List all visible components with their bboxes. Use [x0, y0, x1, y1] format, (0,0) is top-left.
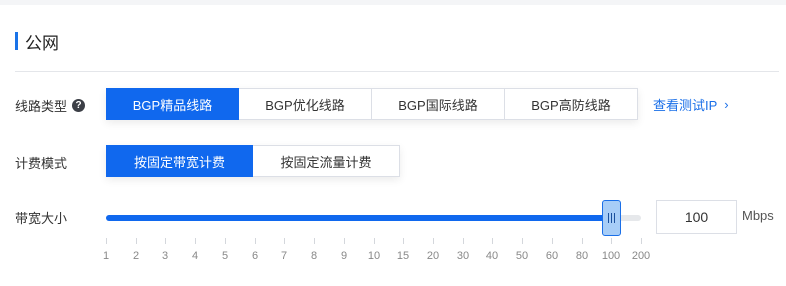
- title-accent-bar: [15, 32, 18, 50]
- scale-tick: [641, 238, 642, 244]
- scale-tick: [314, 238, 315, 244]
- scale-tick: [522, 238, 523, 244]
- scale-tick: [195, 238, 196, 244]
- scale-tick: [225, 238, 226, 244]
- scale-tick: [165, 238, 166, 244]
- top-band: [0, 0, 786, 5]
- view-test-ip-link[interactable]: 查看测试IP ›: [653, 95, 729, 114]
- line-type-label: 线路类型: [15, 99, 68, 114]
- scale-tick: [284, 238, 285, 244]
- scale-tick: [344, 238, 345, 244]
- bandwidth-input[interactable]: 100: [656, 200, 737, 234]
- scale-tick: [136, 238, 137, 244]
- scale-tick-label[interactable]: 10: [368, 250, 380, 262]
- view-test-ip-text: 查看测试IP: [653, 98, 718, 113]
- scale-tick-label[interactable]: 80: [576, 250, 588, 262]
- billing-label-group: 计费模式: [15, 153, 67, 172]
- billing-option-fixed-traffic[interactable]: 按固定流量计费: [252, 145, 400, 177]
- billing-selector: 按固定带宽计费 按固定流量计费: [106, 145, 400, 177]
- chevron-right-icon: ›: [724, 97, 729, 112]
- scale-tick: [255, 238, 256, 244]
- bandwidth-slider-fill: [106, 215, 612, 221]
- bandwidth-label: 带宽大小: [15, 211, 68, 226]
- scale-tick-label[interactable]: 200: [632, 250, 650, 262]
- scale-tick-label[interactable]: 50: [516, 250, 528, 262]
- line-type-selector: BGP精品线路 BGP优化线路 BGP国际线路 BGP高防线路: [106, 88, 638, 120]
- scale-tick-label[interactable]: 15: [397, 250, 409, 262]
- scale-tick: [403, 238, 404, 244]
- section-title: 公网: [15, 30, 59, 53]
- bandwidth-slider-track[interactable]: [106, 215, 641, 221]
- scale-tick-label[interactable]: 3: [162, 250, 168, 262]
- bandwidth-slider-handle[interactable]: [602, 200, 621, 236]
- bandwidth-unit: Mbps: [742, 208, 774, 223]
- scale-tick: [582, 238, 583, 244]
- scale-tick: [552, 238, 553, 244]
- scale-tick-label[interactable]: 9: [341, 250, 347, 262]
- scale-tick-label[interactable]: 40: [486, 250, 498, 262]
- line-option-bgp-optimized[interactable]: BGP优化线路: [238, 88, 372, 120]
- scale-tick: [433, 238, 434, 244]
- scale-tick-label[interactable]: 20: [427, 250, 439, 262]
- scale-tick-label[interactable]: 100: [602, 250, 620, 262]
- section-title-text: 公网: [25, 33, 59, 53]
- line-option-bgp-international[interactable]: BGP国际线路: [371, 88, 505, 120]
- line-option-bgp-ddos[interactable]: BGP高防线路: [504, 88, 638, 120]
- scale-tick-label[interactable]: 60: [546, 250, 558, 262]
- scale-tick: [463, 238, 464, 244]
- billing-label: 计费模式: [15, 156, 68, 171]
- scale-tick: [611, 238, 612, 244]
- question-circle-icon[interactable]: ?: [72, 99, 86, 112]
- divider: [15, 71, 779, 72]
- scale-tick-label[interactable]: 1: [103, 250, 109, 262]
- line-type-label-group: 线路类型 ?: [15, 96, 86, 115]
- scale-tick-label[interactable]: 8: [311, 250, 317, 262]
- scale-tick: [374, 238, 375, 244]
- scale-tick-label[interactable]: 30: [457, 250, 469, 262]
- drag-handle-icon: [607, 213, 616, 223]
- bandwidth-scale: 1 2 3 4 5 6 7 8 9 10 15 20 30 40 50 60 80 100 200: [0, 238, 786, 268]
- scale-tick-label[interactable]: 6: [252, 250, 258, 262]
- bandwidth-label-group: 带宽大小: [15, 208, 67, 227]
- scale-tick-label[interactable]: 4: [192, 250, 198, 262]
- scale-tick-label[interactable]: 5: [222, 250, 228, 262]
- scale-tick-label[interactable]: 7: [281, 250, 287, 262]
- scale-tick: [492, 238, 493, 244]
- billing-option-fixed-bandwidth[interactable]: 按固定带宽计费: [106, 145, 253, 177]
- scale-tick: [106, 238, 107, 244]
- line-option-bgp-premium[interactable]: BGP精品线路: [106, 88, 239, 120]
- scale-tick-label[interactable]: 2: [133, 250, 139, 262]
